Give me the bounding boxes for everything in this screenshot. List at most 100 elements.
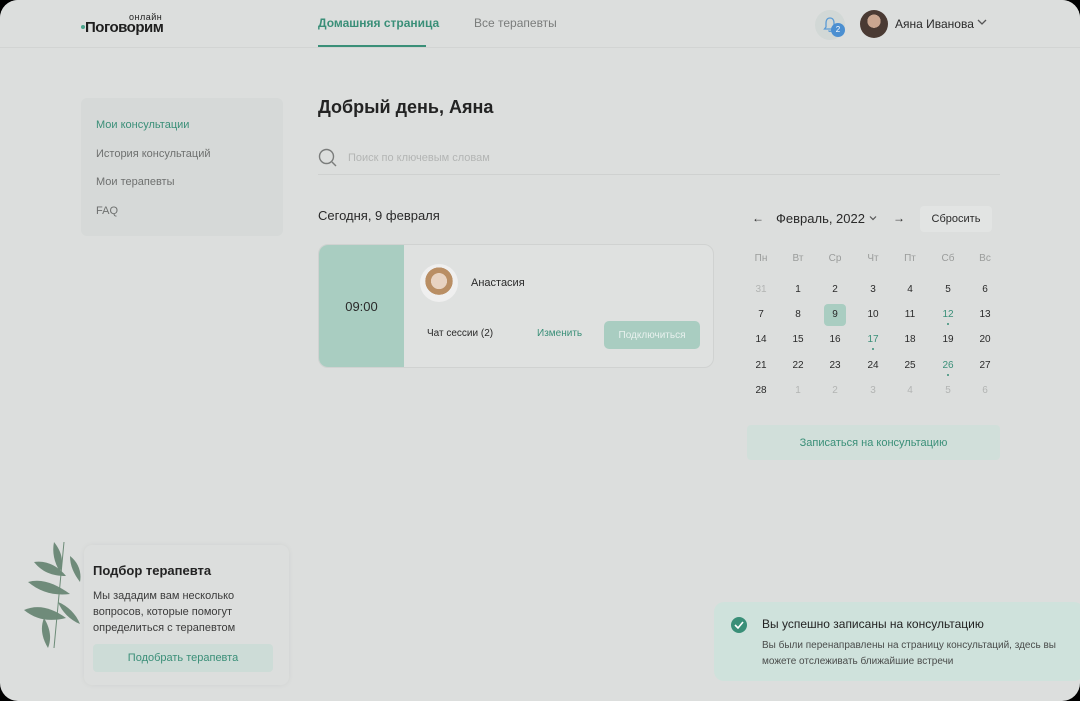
therapist-avatar xyxy=(420,264,458,302)
calendar-day[interactable]: 26 xyxy=(937,355,959,377)
calendar-day-number: 6 xyxy=(982,284,988,295)
logo[interactable]: Поговорим онлайн xyxy=(81,12,171,38)
calendar-day-number: 14 xyxy=(755,334,767,345)
calendar-day[interactable]: 22 xyxy=(787,355,809,377)
calendar-day-number: 24 xyxy=(867,360,879,371)
sidebar: Мои консультации История консультаций Мо… xyxy=(81,98,283,236)
calendar-day[interactable]: 16 xyxy=(824,329,846,351)
calendar-day: 4 xyxy=(899,380,921,402)
calendar-day[interactable]: 7 xyxy=(750,304,772,326)
calendar-day[interactable]: 10 xyxy=(862,304,884,326)
event-dot xyxy=(947,323,949,325)
top-bar: Поговорим онлайн Домашняя страница Все т… xyxy=(0,0,1080,48)
tab-all-therapists[interactable]: Все терапевты xyxy=(474,16,557,30)
calendar-day[interactable]: 23 xyxy=(824,355,846,377)
weekday-label: Сб xyxy=(941,253,955,264)
calendar-day[interactable]: 3 xyxy=(862,279,884,301)
calendar-day-number: 4 xyxy=(907,385,913,396)
search-icon xyxy=(318,148,337,167)
user-avatar[interactable] xyxy=(860,10,888,38)
calendar-day-number: 7 xyxy=(758,309,764,320)
calendar-day-number: 8 xyxy=(795,309,801,320)
book-consultation-button[interactable]: Записаться на консультацию xyxy=(747,425,1000,460)
calendar-day[interactable]: 19 xyxy=(937,329,959,351)
calendar-day-number: 18 xyxy=(904,334,916,345)
notification-badge: 2 xyxy=(831,23,845,37)
calendar-day-number: 5 xyxy=(945,385,951,396)
calendar-day-number: 31 xyxy=(755,284,767,295)
calendar-day[interactable]: 25 xyxy=(899,355,921,377)
calendar-day[interactable]: 4 xyxy=(899,279,921,301)
calendar-day-number: 3 xyxy=(870,284,876,295)
search-input[interactable] xyxy=(348,148,988,168)
sidebar-item-my-therapists[interactable]: Мои терапевты xyxy=(96,176,175,188)
calendar-day: 31 xyxy=(750,279,772,301)
calendar-day-number: 20 xyxy=(979,334,991,345)
calendar-day[interactable]: 11 xyxy=(899,304,921,326)
calendar-day: 1 xyxy=(787,380,809,402)
calendar-day[interactable]: 28 xyxy=(750,380,772,402)
logo-subtext: онлайн xyxy=(129,12,163,22)
tab-home[interactable]: Домашняя страница xyxy=(318,16,439,30)
calendar-day[interactable]: 12 xyxy=(937,304,959,326)
app-window: Поговорим онлайн Домашняя страница Все т… xyxy=(0,0,1080,701)
calendar-day[interactable]: 20 xyxy=(974,329,996,351)
search-divider xyxy=(318,174,1000,175)
calendar-day[interactable]: 27 xyxy=(974,355,996,377)
calendar-day: 6 xyxy=(974,380,996,402)
pick-therapist-button[interactable]: Подобрать терапевта xyxy=(93,644,273,672)
calendar-day-number: 27 xyxy=(979,360,991,371)
leaves-illustration xyxy=(24,541,81,649)
calendar-day-number: 16 xyxy=(829,334,841,345)
calendar-day[interactable]: 17 xyxy=(862,329,884,351)
calendar-day-number: 11 xyxy=(904,309,916,320)
user-name[interactable]: Аяна Иванова xyxy=(895,17,974,31)
calendar-day[interactable]: 5 xyxy=(937,279,959,301)
chevron-down-icon[interactable] xyxy=(976,16,988,28)
weekday-label: Вт xyxy=(792,253,804,264)
session-card: 09:00 Анастасия Чат сессии (2) Изменить … xyxy=(318,244,714,368)
weekday-label: Чт xyxy=(867,253,879,264)
calendar-day[interactable]: 8 xyxy=(787,304,809,326)
calendar-day[interactable]: 1 xyxy=(787,279,809,301)
calendar-day-number: 21 xyxy=(755,360,767,371)
calendar-prev-button[interactable]: ← xyxy=(752,211,764,225)
check-circle-icon xyxy=(731,617,747,633)
calendar-day[interactable]: 18 xyxy=(899,329,921,351)
event-dot xyxy=(872,348,874,350)
calendar-day[interactable]: 6 xyxy=(974,279,996,301)
calendar-day[interactable]: 13 xyxy=(974,304,996,326)
chevron-down-icon[interactable] xyxy=(868,213,878,223)
therapist-pick-title: Подбор терапевта xyxy=(93,563,212,578)
sidebar-item-faq[interactable]: FAQ xyxy=(96,205,118,217)
edit-session-link[interactable]: Изменить xyxy=(537,328,582,339)
calendar-day-number: 4 xyxy=(907,284,913,295)
session-time-block: 09:00 xyxy=(319,245,404,367)
connect-button[interactable]: Подключиться xyxy=(604,321,700,349)
calendar-day[interactable]: 9 xyxy=(824,304,846,326)
sidebar-item-my-consultations[interactable]: Мои консультации xyxy=(96,119,189,131)
calendar-day[interactable]: 2 xyxy=(824,279,846,301)
calendar-day: 3 xyxy=(862,380,884,402)
calendar-month-label[interactable]: Февраль, 2022 xyxy=(776,211,865,226)
calendar-day[interactable]: 15 xyxy=(787,329,809,351)
weekday-label: Ср xyxy=(828,253,842,264)
calendar-day[interactable]: 24 xyxy=(862,355,884,377)
session-chat-link[interactable]: Чат сессии (2) xyxy=(427,328,493,339)
calendar-next-button[interactable]: → xyxy=(893,211,905,225)
toast-message: Вы были перенаправлены на страницу консу… xyxy=(762,640,1056,667)
calendar-day-number: 6 xyxy=(982,385,988,396)
event-dot xyxy=(947,374,949,376)
today-label: Сегодня, 9 февраля xyxy=(318,208,440,223)
therapist-name: Анастасия xyxy=(471,277,525,289)
sidebar-item-history[interactable]: История консультаций xyxy=(96,148,211,160)
calendar-day-number: 12 xyxy=(942,309,954,320)
calendar-day-number: 3 xyxy=(870,385,876,396)
calendar-day[interactable]: 14 xyxy=(750,329,772,351)
calendar-day-number: 19 xyxy=(942,334,954,345)
calendar-day-number: 28 xyxy=(755,385,767,396)
calendar-day[interactable]: 21 xyxy=(750,355,772,377)
calendar-reset-button[interactable]: Сбросить xyxy=(920,206,992,232)
calendar-day: 2 xyxy=(824,380,846,402)
calendar-day-number: 13 xyxy=(979,309,991,320)
